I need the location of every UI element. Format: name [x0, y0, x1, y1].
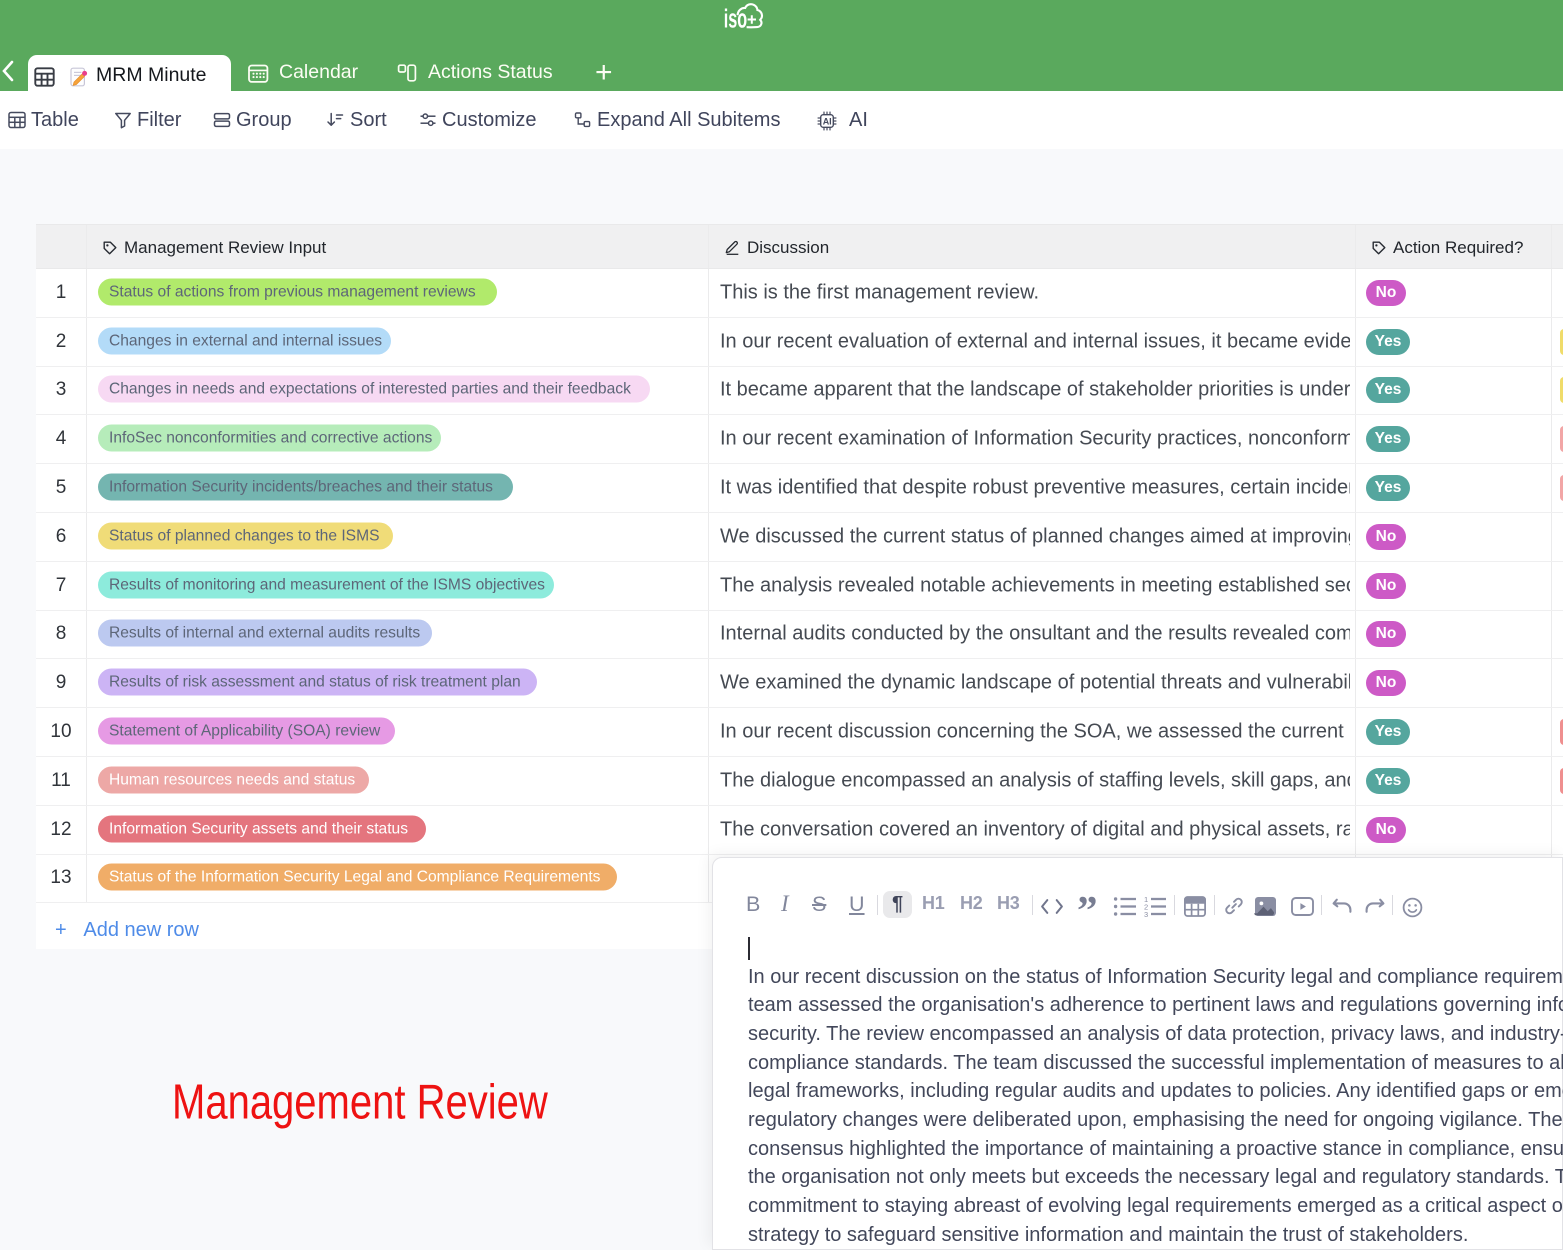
- svg-text:3: 3: [1144, 910, 1148, 918]
- svg-text:iso: iso: [724, 6, 747, 34]
- svg-text:AI: AI: [823, 116, 832, 126]
